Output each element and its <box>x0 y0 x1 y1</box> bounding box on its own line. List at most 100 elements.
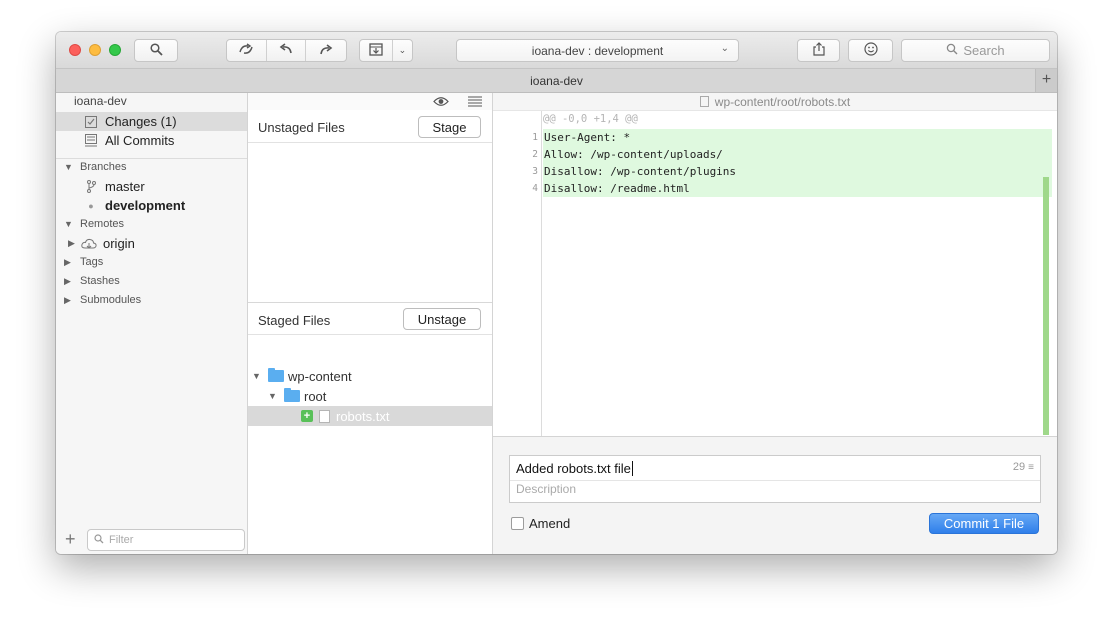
eye-icon[interactable] <box>433 95 449 110</box>
diff-line[interactable]: User-Agent: * <box>543 129 1052 146</box>
search-placeholder: Search <box>963 43 1005 58</box>
disclosure-open-icon: ▼ <box>64 219 73 229</box>
sidebar: ioana-dev Changes (1) All Commits ▼ Bran… <box>56 93 248 554</box>
remote-origin[interactable]: ▶ origin <box>56 234 247 253</box>
stashes-header[interactable]: ▶ Stashes <box>64 275 120 287</box>
tree-label: root <box>304 388 327 404</box>
smiley-icon <box>863 42 878 59</box>
branch-selector[interactable]: ioana-dev : development ⌄ <box>456 39 739 62</box>
sidebar-item-changes[interactable]: Changes (1) <box>56 112 247 131</box>
sync-button-group <box>226 39 347 62</box>
unstaged-header: Unstaged Files Stage <box>248 111 492 143</box>
branch-icon <box>83 180 99 193</box>
remotes-header[interactable]: ▼ Remotes <box>64 218 124 230</box>
close-window-button[interactable] <box>69 44 81 56</box>
tags-header[interactable]: ▶ Tags <box>64 256 103 268</box>
scrollbar[interactable] <box>1043 177 1049 435</box>
tab-repo[interactable]: ioana-dev <box>530 74 583 88</box>
sidebar-divider <box>56 158 247 159</box>
sidebar-item-all-commits[interactable]: All Commits <box>56 131 247 150</box>
search-icon <box>94 533 104 547</box>
fetch-button[interactable] <box>227 40 267 61</box>
filter-placeholder: Filter <box>109 534 134 546</box>
search-toggle-button[interactable] <box>134 39 178 62</box>
branch-development[interactable]: ● development <box>56 196 247 215</box>
unstaged-title: Unstaged Files <box>258 120 345 135</box>
stash-menu-button[interactable]: ⌄ <box>393 40 412 61</box>
files-pane-toolbar <box>248 93 492 110</box>
sidebar-item-label: Changes (1) <box>105 114 177 129</box>
disclosure-open-icon: ▼ <box>268 391 277 401</box>
push-icon <box>318 43 334 59</box>
magnifier-icon <box>149 42 163 59</box>
branch-label: master <box>105 179 145 194</box>
remote-label: origin <box>103 236 135 251</box>
tree-folder-root[interactable]: ▼ root <box>248 386 492 406</box>
file-icon <box>319 409 330 423</box>
amend-label: Amend <box>529 516 571 531</box>
app-window: ⌄ ioana-dev : development ⌄ Search ioana… <box>56 32 1057 554</box>
minimize-window-button[interactable] <box>89 44 101 56</box>
tree-folder-wp-content[interactable]: ▼ wp-content <box>248 366 492 386</box>
pull-icon <box>278 42 294 59</box>
search-input[interactable]: Search <box>901 39 1050 62</box>
commits-icon <box>83 134 99 147</box>
sidebar-item-label: All Commits <box>105 133 175 148</box>
text-caret <box>631 461 633 476</box>
disclosure-closed-icon: ▶ <box>64 275 71 286</box>
diff-file-header: wp-content/root/robots.txt <box>493 93 1057 111</box>
added-status-icon: + <box>301 410 313 422</box>
files-pane: Unstaged Files Stage Staged Files Unstag… <box>248 93 493 554</box>
disclosure-closed-icon: ▶ <box>64 294 71 305</box>
tab-bar: ioana-dev + <box>56 69 1057 93</box>
branch-master[interactable]: master <box>56 177 247 196</box>
file-icon <box>699 96 709 107</box>
message-divider <box>510 480 1040 481</box>
commit-description-input[interactable]: Description <box>516 482 576 496</box>
tree-label: wp-content <box>288 368 352 384</box>
plus-icon: + <box>1041 71 1052 88</box>
diff-line[interactable]: Disallow: /wp-content/plugins <box>543 163 1052 180</box>
share-icon <box>812 42 825 59</box>
pull-button[interactable] <box>267 40 307 61</box>
current-branch-dot-icon: ● <box>88 200 94 211</box>
tree-file-robots[interactable]: + robots.txt <box>248 406 492 426</box>
list-view-icon[interactable] <box>468 95 482 110</box>
staged-title: Staged Files <box>258 313 331 328</box>
char-count: 29 ≡ <box>1012 461 1034 473</box>
changes-icon <box>83 115 99 128</box>
repo-name: ioana-dev <box>74 94 127 108</box>
line-number: 2 <box>532 149 538 160</box>
cloud-icon <box>81 238 97 250</box>
push-button[interactable] <box>306 40 346 61</box>
stash-button-group: ⌄ <box>359 39 413 62</box>
tree-label: robots.txt <box>336 408 390 424</box>
hunk-header: @@ -0,0 +1,4 @@ <box>543 113 638 125</box>
branch-selector-label: ioana-dev : development <box>531 43 664 58</box>
unstage-button[interactable]: Unstage <box>403 308 481 330</box>
feedback-button[interactable] <box>848 39 893 62</box>
diff-line[interactable]: Disallow: /readme.html <box>543 180 1052 197</box>
disclosure-open-icon: ▼ <box>252 371 261 381</box>
folder-icon <box>284 388 300 402</box>
checkbox-icon <box>511 517 524 530</box>
new-tab-button[interactable]: + <box>1035 69 1057 92</box>
submodules-header[interactable]: ▶ Submodules <box>64 294 141 306</box>
share-button[interactable] <box>797 39 840 62</box>
commit-button[interactable]: Commit 1 File <box>929 513 1039 534</box>
diff-line[interactable]: Allow: /wp-content/uploads/ <box>543 146 1052 163</box>
chevron-down-icon: ⌄ <box>398 45 407 55</box>
stage-button[interactable]: Stage <box>418 116 481 138</box>
disclosure-open-icon: ▼ <box>64 162 73 172</box>
amend-checkbox[interactable]: Amend <box>511 516 570 531</box>
branches-header[interactable]: ▼ Branches <box>64 161 126 173</box>
chevron-down-icon: ⌄ <box>720 43 729 54</box>
maximize-window-button[interactable] <box>109 44 121 56</box>
commit-message-box: Added robots.txt file 29 ≡ Description <box>509 455 1041 503</box>
filter-input[interactable]: Filter <box>87 529 245 551</box>
line-number: 3 <box>532 166 538 177</box>
add-button[interactable]: + <box>65 529 76 550</box>
commit-title-input[interactable]: Added robots.txt file <box>516 461 633 476</box>
stash-button[interactable] <box>360 40 393 61</box>
disclosure-closed-icon: ▶ <box>68 238 75 248</box>
